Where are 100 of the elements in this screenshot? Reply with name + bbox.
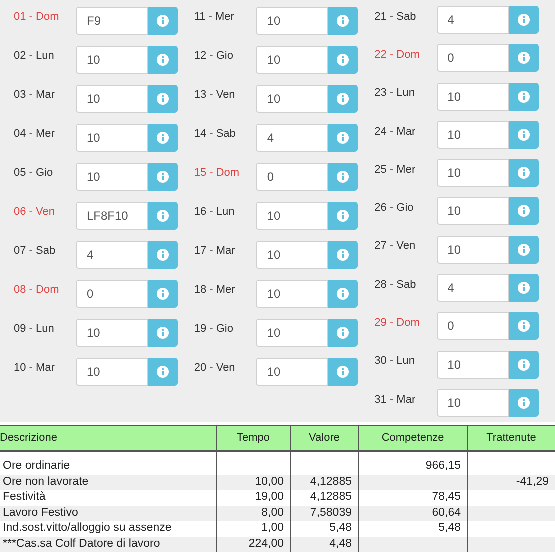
- hours-input[interactable]: 0: [436, 312, 509, 340]
- hours-input[interactable]: 10: [256, 318, 328, 346]
- hours-input[interactable]: LF8F10: [76, 202, 148, 230]
- day-label: 23 - Lun: [374, 86, 416, 102]
- hours-input[interactable]: 10: [256, 280, 328, 308]
- hours-input[interactable]: 10: [256, 240, 328, 268]
- table-cell-text: Lavoro Festivo: [3, 506, 78, 521]
- info-icon: [337, 248, 350, 260]
- info-button[interactable]: [148, 124, 178, 152]
- day-label: 10 - Mar: [14, 361, 56, 376]
- info-button[interactable]: [148, 162, 178, 190]
- day-label: 01 - Dom: [14, 10, 60, 26]
- hours-input[interactable]: 4: [256, 124, 328, 152]
- day-label: 04 - Mer: [14, 127, 56, 142]
- info-button[interactable]: [328, 124, 358, 152]
- info-button[interactable]: [328, 318, 358, 346]
- hours-input[interactable]: 10: [256, 46, 328, 74]
- info-icon: [157, 210, 169, 222]
- hours-input[interactable]: 4: [76, 240, 148, 268]
- day-label: 16 - Lun: [194, 205, 236, 220]
- hours-input[interactable]: 10: [436, 236, 509, 264]
- info-button[interactable]: [508, 82, 539, 111]
- hours-input[interactable]: 0: [76, 280, 148, 308]
- info-button[interactable]: [148, 46, 178, 74]
- day-label: 18 - Mer: [194, 283, 236, 298]
- hours-input[interactable]: 4: [436, 274, 509, 302]
- hours-input[interactable]: 10: [436, 159, 509, 188]
- hours-input[interactable]: 10: [76, 318, 148, 346]
- info-icon: [157, 366, 169, 378]
- info-button[interactable]: [328, 202, 358, 230]
- hours-input[interactable]: F9: [76, 6, 148, 34]
- day-label: 06 - Ven: [14, 205, 56, 220]
- hours-input[interactable]: 10: [76, 162, 148, 190]
- info-button[interactable]: [508, 274, 539, 302]
- hours-input[interactable]: 10: [76, 46, 148, 74]
- info-button[interactable]: [148, 280, 178, 308]
- hours-input[interactable]: 0: [256, 162, 328, 190]
- column-header: Competenze: [359, 426, 468, 450]
- hours-input[interactable]: 0: [436, 44, 509, 72]
- info-button[interactable]: [328, 46, 358, 74]
- hours-input[interactable]: 10: [256, 6, 328, 34]
- info-button[interactable]: [148, 240, 178, 268]
- day-label: 30 - Lun: [374, 354, 416, 370]
- hours-input[interactable]: 10: [256, 202, 328, 230]
- info-button[interactable]: [508, 236, 539, 264]
- hours-input[interactable]: 10: [76, 84, 148, 112]
- info-button[interactable]: [508, 350, 539, 379]
- day-label: 19 - Gio: [194, 322, 234, 338]
- info-icon: [518, 52, 530, 64]
- info-button[interactable]: [508, 159, 539, 188]
- info-button[interactable]: [148, 6, 178, 34]
- table-cell-text: 1,00: [262, 521, 284, 536]
- info-button[interactable]: [328, 280, 358, 308]
- info-button[interactable]: [328, 162, 358, 190]
- table-cell-text: Festività: [3, 490, 46, 506]
- info-icon: [337, 92, 350, 104]
- day-label: 09 - Lun: [14, 322, 56, 338]
- day-label: 24 - Mar: [374, 124, 417, 140]
- info-icon: [337, 288, 350, 300]
- info-icon: [157, 248, 169, 260]
- info-button[interactable]: [148, 318, 178, 346]
- table-cell-text: 7,58039: [310, 506, 352, 521]
- info-icon: [157, 92, 169, 104]
- day-label: 03 - Mar: [14, 88, 56, 104]
- hours-input[interactable]: 10: [436, 350, 509, 379]
- table-cell-text: 78,45: [432, 490, 461, 506]
- hours-input[interactable]: 10: [436, 197, 509, 226]
- hours-input[interactable]: 4: [436, 6, 509, 34]
- info-button[interactable]: [508, 44, 539, 72]
- info-button[interactable]: [328, 84, 358, 112]
- table-cell-text: 60,64: [432, 506, 461, 521]
- day-label: 08 - Dom: [14, 283, 60, 298]
- hours-input[interactable]: 10: [256, 84, 328, 112]
- table-cell-text: 10,00: [255, 474, 284, 490]
- hours-input[interactable]: 10: [76, 124, 148, 152]
- hours-input[interactable]: 10: [436, 388, 509, 417]
- info-icon: [337, 54, 350, 66]
- info-icon: [518, 396, 530, 409]
- info-icon: [337, 14, 350, 26]
- info-icon: [518, 358, 530, 371]
- info-button[interactable]: [508, 6, 539, 34]
- info-button[interactable]: [148, 358, 178, 386]
- info-button[interactable]: [508, 197, 539, 226]
- column-header: Trattenute: [486, 430, 538, 446]
- info-button[interactable]: [148, 202, 178, 230]
- info-button[interactable]: [328, 358, 358, 386]
- info-button[interactable]: [148, 84, 178, 112]
- info-button[interactable]: [328, 6, 358, 34]
- info-button[interactable]: [328, 240, 358, 268]
- hours-input[interactable]: 10: [256, 358, 328, 386]
- hours-input[interactable]: 10: [76, 358, 148, 386]
- info-button[interactable]: [508, 312, 539, 340]
- table-cell-text: 5,48: [438, 521, 461, 536]
- info-icon: [518, 14, 530, 26]
- hours-input[interactable]: 10: [436, 120, 509, 149]
- day-label: 20 - Ven: [194, 361, 236, 376]
- info-button[interactable]: [508, 388, 539, 417]
- table-cell-text: 224,00: [248, 536, 284, 552]
- info-button[interactable]: [508, 120, 539, 149]
- hours-input[interactable]: 10: [436, 82, 509, 111]
